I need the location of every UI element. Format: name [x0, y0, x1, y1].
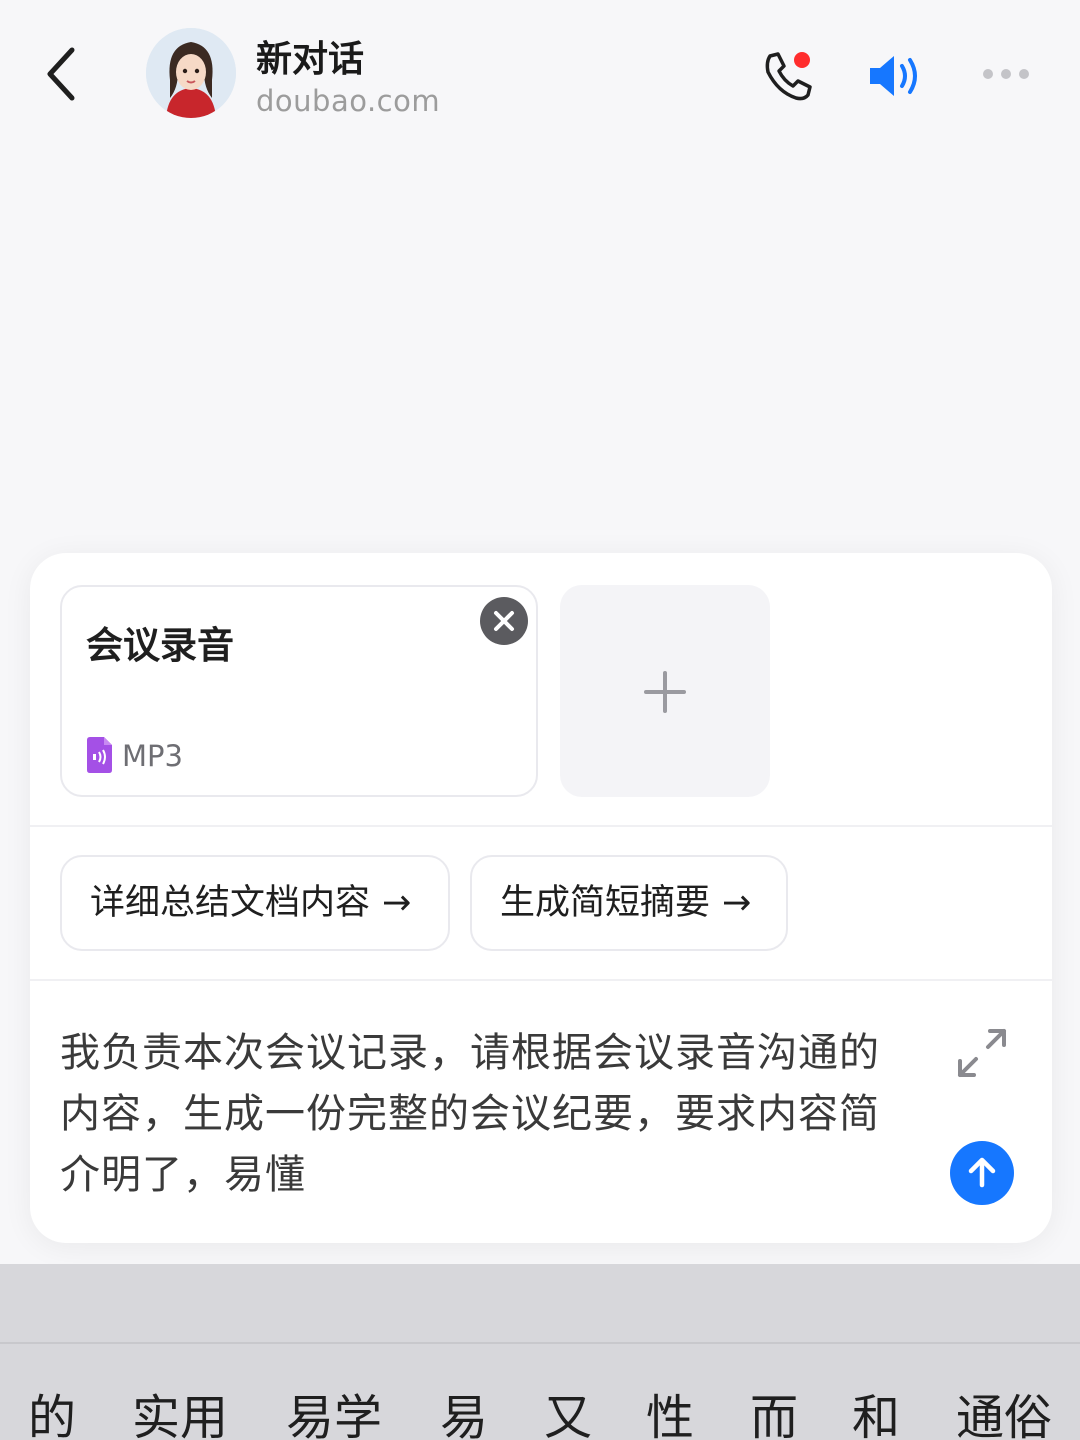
candidate-word[interactable]: 实用: [132, 1378, 228, 1440]
candidate-word[interactable]: 易学: [286, 1378, 382, 1440]
arrow-right-icon: →: [722, 883, 752, 923]
arrow-right-icon: →: [382, 883, 412, 923]
avatar[interactable]: [146, 28, 236, 118]
send-button[interactable]: [950, 1141, 1014, 1205]
suggestion-chip-brief[interactable]: 生成简短摘要 →: [470, 855, 788, 951]
composer-card: 会议录音 MP3 详细总结文档内容 → 生成简短摘要 → 我负责本次会议记录，请…: [30, 553, 1052, 1243]
chat-subtitle: doubao.com: [256, 84, 441, 118]
chat-title: 新对话: [256, 39, 365, 80]
candidate-word[interactable]: 而: [750, 1378, 798, 1440]
close-icon[interactable]: [480, 597, 528, 645]
divider: [30, 979, 1052, 981]
divider: [30, 825, 1052, 827]
candidate-word[interactable]: 的: [28, 1378, 76, 1440]
message-input[interactable]: 我负责本次会议记录，请根据会议录音沟通的内容，生成一份完整的会议纪要，要求内容简…: [60, 1023, 900, 1206]
attachment-card[interactable]: 会议录音 MP3: [60, 585, 538, 797]
audio-file-icon: [84, 737, 114, 773]
keyboard-candidates: 的 实用 易学 易 又 性 而 和 通俗: [0, 1344, 1080, 1440]
candidate-word[interactable]: 又: [544, 1378, 592, 1440]
add-attachment-button[interactable]: [560, 585, 770, 797]
plus-icon: [644, 671, 686, 713]
suggestion-chip-summarize[interactable]: 详细总结文档内容 →: [60, 855, 450, 951]
arrow-up-icon: [968, 1157, 996, 1188]
phone-call-icon[interactable]: [756, 44, 820, 108]
keyboard-toolbar: [0, 1264, 1080, 1342]
candidate-word[interactable]: 通俗: [956, 1378, 1052, 1440]
candidate-word[interactable]: 性: [646, 1378, 694, 1440]
speaker-icon[interactable]: [864, 44, 928, 108]
attachment-name: 会议录音: [86, 624, 234, 667]
back-icon[interactable]: [38, 42, 88, 106]
candidate-word[interactable]: 和: [852, 1378, 900, 1440]
suggestion-label: 详细总结文档内容: [90, 883, 371, 923]
candidate-word[interactable]: 易: [440, 1378, 488, 1440]
top-bar: 新对话 doubao.com: [0, 0, 1080, 150]
expand-icon[interactable]: [954, 1025, 1010, 1081]
more-icon[interactable]: [974, 58, 1038, 90]
attachment-type: MP3: [122, 739, 183, 773]
suggestion-label: 生成简短摘要: [500, 883, 711, 923]
